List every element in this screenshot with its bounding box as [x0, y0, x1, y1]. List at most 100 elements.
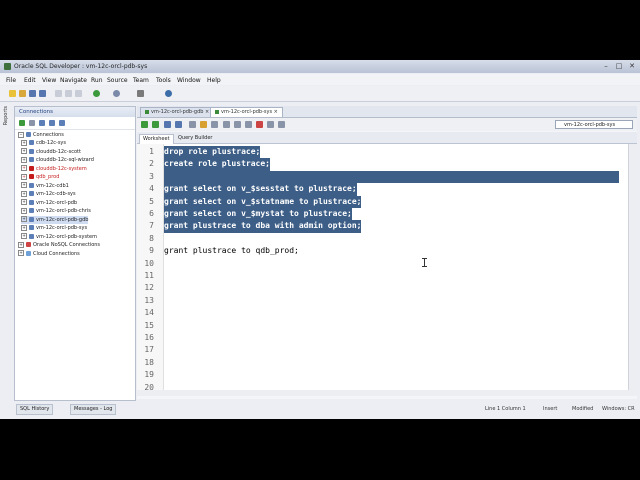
tree-item[interactable]: + clouddb-12c-scott: [21, 148, 81, 156]
tab-messages-log[interactable]: Messages - Log: [70, 404, 117, 415]
window-title: Oracle SQL Developer : vm-12c-orcl-pdb-s…: [14, 63, 148, 70]
app-icon: [4, 63, 11, 70]
expand-icon[interactable]: +: [21, 207, 27, 214]
status-position: Line 1 Column 1: [485, 406, 526, 412]
connections-toolbar: [15, 117, 135, 130]
refresh-icon[interactable]: [39, 120, 45, 126]
format-icon[interactable]: [223, 121, 230, 128]
tree-item[interactable]: + vm-12c-orcl-pdb-chris: [21, 207, 91, 215]
cut-icon[interactable]: [55, 90, 62, 97]
line-number: 17: [144, 345, 154, 355]
tree-item[interactable]: + qdb_prod: [21, 173, 59, 181]
expand-icon[interactable]: +: [21, 190, 27, 197]
sql-tuning-icon[interactable]: [211, 121, 218, 128]
line-number: 11: [144, 271, 154, 280]
autotrace-icon[interactable]: [200, 121, 207, 128]
tools-icon[interactable]: [267, 121, 274, 128]
tree-item[interactable]: + vm-12c-orcl-pdb-system: [21, 233, 97, 241]
expand-icon[interactable]: +: [21, 139, 27, 146]
line-number: 5: [149, 196, 154, 206]
sql-icon[interactable]: [278, 121, 285, 128]
doc-tab-gdb[interactable]: vm-12c-orcl-pdb-gdb ×: [140, 107, 215, 117]
history-icon[interactable]: [256, 121, 263, 128]
maximize-icon[interactable]: □: [615, 62, 623, 70]
add-connection-icon[interactable]: [19, 120, 25, 126]
reports-tab[interactable]: Reports: [3, 106, 9, 125]
expand-icon[interactable]: +: [21, 173, 27, 180]
save-all-icon[interactable]: [39, 90, 46, 97]
tree-item-selected[interactable]: + vm-12c-orcl-pdb-gdb: [21, 215, 89, 224]
menu-run[interactable]: Run: [91, 77, 103, 84]
vertical-scrollbar[interactable]: [628, 144, 637, 390]
menu-navigate[interactable]: Navigate: [60, 77, 87, 84]
menu-help[interactable]: Help: [207, 77, 221, 84]
horizontal-scrollbar[interactable]: [137, 390, 637, 396]
line-number: 1: [149, 147, 154, 156]
tree-item-nosql[interactable]: + Oracle NoSQL Connections: [18, 241, 100, 249]
unshared-icon[interactable]: [234, 121, 241, 128]
minimize-icon[interactable]: –: [602, 62, 610, 70]
monitor-icon[interactable]: [165, 90, 172, 97]
commit-icon[interactable]: [164, 121, 171, 128]
expand-icon[interactable]: +: [18, 250, 24, 256]
expand-icon[interactable]: +: [21, 165, 27, 171]
code-line: drop role plustrace;: [164, 146, 261, 159]
tab-sql-history[interactable]: SQL History: [16, 404, 54, 415]
tree-item[interactable]: + clouddb-12c-system: [21, 165, 87, 173]
tree-item[interactable]: + vm-12c-cdb1: [21, 182, 69, 190]
sql-worksheet-icon[interactable]: [137, 90, 144, 97]
tree-item[interactable]: + vm-12c-orcl-pdb-sys: [21, 224, 87, 232]
menu-source[interactable]: Source: [107, 77, 128, 84]
new-icon[interactable]: [9, 90, 16, 97]
expand-icon[interactable]: +: [21, 156, 27, 163]
expand-icon[interactable]: +: [18, 241, 24, 248]
filter-icon[interactable]: [49, 120, 55, 126]
explain-plan-icon[interactable]: [189, 121, 196, 128]
close-icon[interactable]: ✕: [628, 62, 636, 70]
tree-item[interactable]: + clouddb-12c-sql-wizard: [21, 156, 94, 164]
forward-icon[interactable]: [113, 90, 120, 97]
tree-item[interactable]: + cdb-12c-sys: [21, 139, 66, 147]
menu-window[interactable]: Window: [177, 77, 201, 84]
line-number: 9: [149, 246, 154, 256]
expand-icon[interactable]: +: [21, 233, 27, 239]
collapse-icon[interactable]: −: [18, 131, 24, 138]
tab-query-builder[interactable]: Query Builder: [175, 134, 215, 143]
status-bar: Line 1 Column 1 Insert Modified Windows:…: [320, 405, 638, 415]
sql-editor[interactable]: 1 2 3 4 5 6 7 8 9 10 11 12 13 14 15 16 1…: [137, 144, 629, 392]
back-icon[interactable]: [93, 90, 100, 97]
run-script-icon[interactable]: [152, 121, 159, 128]
open-icon[interactable]: [19, 90, 26, 97]
paste-icon[interactable]: [75, 90, 82, 97]
menu-edit[interactable]: Edit: [24, 77, 36, 84]
menu-bar: File Edit View Navigate Run Source Team …: [0, 74, 640, 85]
text-cursor: [422, 258, 427, 267]
connection-selector[interactable]: vm-12c-orcl-pdb-sys: [555, 120, 633, 129]
expand-icon[interactable]: +: [21, 199, 27, 205]
menu-file[interactable]: File: [6, 77, 16, 84]
expand-icon[interactable]: +: [21, 224, 27, 231]
menu-team[interactable]: Team: [133, 77, 149, 84]
tree-item[interactable]: + vm-12c-orcl-pdb: [21, 199, 77, 207]
menu-tools[interactable]: Tools: [156, 77, 171, 84]
copy-icon[interactable]: [65, 90, 72, 97]
database-icon: [29, 191, 34, 196]
editor-toolbar: vm-12c-orcl-pdb-sys: [137, 118, 637, 131]
clear-icon[interactable]: [245, 121, 252, 128]
tab-worksheet[interactable]: Worksheet: [139, 134, 174, 144]
folder-icon: [26, 132, 31, 137]
schema-browser-icon[interactable]: [59, 120, 65, 126]
tree-item[interactable]: + vm-12c-cdb-sys: [21, 190, 76, 198]
expand-icon[interactable]: +: [21, 216, 27, 222]
tree-item-cloud[interactable]: + Cloud Connections: [18, 250, 80, 258]
dropdown-icon[interactable]: [29, 120, 35, 126]
tree-root[interactable]: − Connections: [18, 131, 64, 139]
expand-icon[interactable]: +: [21, 182, 27, 188]
save-icon[interactable]: [29, 90, 36, 97]
doc-tab-sys[interactable]: vm-12c-orcl-pdb-sys ×: [210, 107, 283, 117]
expand-icon[interactable]: +: [21, 148, 27, 154]
line-number: 15: [144, 320, 154, 330]
rollback-icon[interactable]: [175, 121, 182, 128]
menu-view[interactable]: View: [42, 77, 56, 84]
run-statement-icon[interactable]: [141, 121, 148, 128]
